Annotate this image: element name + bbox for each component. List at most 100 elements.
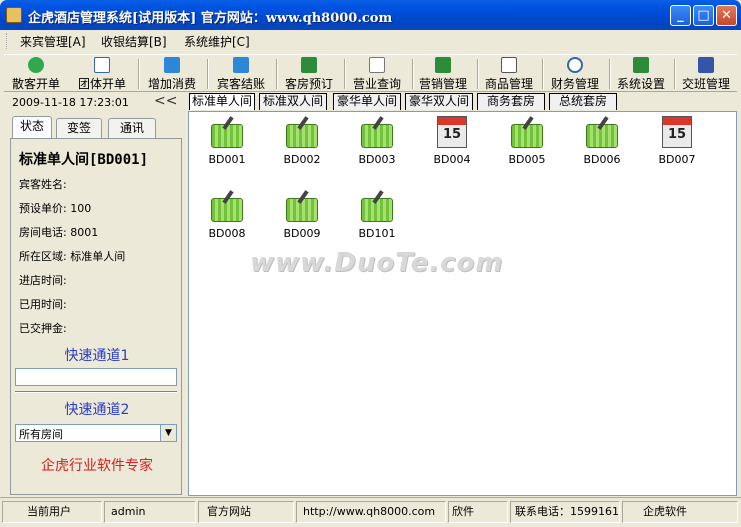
- walkin-checkin-button[interactable]: 散客开单: [6, 56, 66, 91]
- status-website-label: 官方网站: [198, 501, 294, 523]
- finance-management-button[interactable]: 财务管理: [544, 56, 606, 91]
- collapse-panel-button[interactable]: <<: [154, 93, 177, 109]
- menu-bar: 来宾管理[A] 收银结算[B] 系统维护[C]: [4, 30, 737, 52]
- room-number: BD006: [583, 153, 621, 166]
- add-icon: [28, 57, 44, 73]
- room-phone-label: 房间电话: 8001: [19, 226, 99, 239]
- menu-grip: [6, 33, 9, 49]
- guest-name-label: 宾客姓名:: [19, 178, 67, 191]
- divider: [15, 391, 177, 393]
- room-tile[interactable]: BD002: [272, 116, 332, 166]
- tab-business-suite[interactable]: 商务套房: [477, 93, 545, 110]
- status-username: admin: [104, 501, 196, 523]
- add-consumption-button[interactable]: 增加消费: [142, 56, 202, 91]
- deposit-label: 已交押金:: [19, 322, 67, 335]
- room-tile[interactable]: 15 BD007: [647, 116, 707, 166]
- room-reservation-button[interactable]: 客房预订: [278, 56, 340, 91]
- room-grid: BD001 BD002 BD003 15 BD004 BD005 BD006 1…: [188, 111, 737, 496]
- basket-icon: [584, 116, 620, 150]
- basket-icon: [209, 190, 245, 224]
- system-settings-button[interactable]: 系统设置: [610, 56, 672, 91]
- search-doc-icon: [369, 57, 385, 73]
- app-icon: [6, 7, 22, 23]
- checkin-time-label: 进店时间:: [19, 274, 67, 287]
- room-tile[interactable]: BD003: [347, 116, 407, 166]
- status-current-user-label: 当前用户: [2, 501, 102, 523]
- room-number: BD101: [358, 227, 396, 240]
- guest-checkout-button[interactable]: 宾客结账: [210, 56, 272, 91]
- tab-status[interactable]: 状态: [12, 116, 52, 138]
- toolbar-separator: [207, 59, 209, 89]
- settings-icon: [633, 57, 649, 73]
- room-number: BD002: [283, 153, 321, 166]
- current-datetime: 2009-11-18 17:23:01: [12, 96, 129, 109]
- status-bar: 当前用户 admin 官方网站 http://www.qh8000.com 欣件…: [0, 497, 741, 527]
- window-title: 企虎酒店管理系统[试用版本] 官方网站：www.qh8000.com: [28, 11, 393, 26]
- room-area-label: 所在区域: 标准单人间: [19, 250, 126, 263]
- magnifier-icon: [567, 57, 583, 73]
- watermark: www.DuoTe.com: [250, 248, 504, 278]
- product-icon: [501, 57, 517, 73]
- tab-standard-double[interactable]: 标准双人间: [259, 93, 327, 110]
- room-number: BD009: [283, 227, 321, 240]
- room-tile[interactable]: BD006: [572, 116, 632, 166]
- preset-price-label: 预设单价: 100: [19, 202, 92, 215]
- company-slogan: 企虎行业软件专家: [41, 458, 153, 474]
- room-tile[interactable]: BD001: [197, 116, 257, 166]
- sort-icon: [94, 57, 110, 73]
- save-icon: [698, 57, 714, 73]
- minimize-button[interactable]: _: [670, 5, 691, 26]
- room-number: BD008: [208, 227, 246, 240]
- arrow-down-icon: [164, 57, 180, 73]
- menu-system-maintenance[interactable]: 系统维护[C]: [184, 33, 250, 50]
- book-icon: [301, 57, 317, 73]
- room-tile[interactable]: BD005: [497, 116, 557, 166]
- menu-guest-management[interactable]: 来宾管理[A]: [20, 33, 86, 50]
- selected-room-title: 标准单人间[BD001]: [19, 152, 149, 168]
- toolbar-separator: [138, 59, 140, 89]
- tab-communication[interactable]: 通讯: [108, 118, 156, 138]
- shift-handover-button[interactable]: 交班管理: [676, 56, 736, 91]
- room-number: BD007: [658, 153, 696, 166]
- status-company: 企虎软件: [622, 501, 738, 523]
- room-number: BD001: [208, 153, 246, 166]
- basket-icon: [509, 116, 545, 150]
- calendar-icon: 15: [659, 116, 695, 150]
- status-website-url[interactable]: http://www.qh8000.com: [296, 501, 446, 523]
- status-phone: 联系电话：15991618: [510, 501, 620, 523]
- room-number: BD005: [508, 153, 546, 166]
- room-tile[interactable]: BD101: [347, 190, 407, 240]
- left-panel: 2009-11-18 17:23:01 << 状态 变签 通讯 标准单人间[BD…: [4, 93, 184, 495]
- product-management-button[interactable]: 商品管理: [478, 56, 540, 91]
- group-checkin-button[interactable]: 团体开单: [72, 56, 132, 91]
- tab-standard-single[interactable]: 标准单人间: [189, 93, 255, 110]
- quick-access-2-value: 所有房间: [19, 428, 63, 441]
- room-tile[interactable]: BD008: [197, 190, 257, 240]
- quick-access-1-label: 快速通道1: [64, 348, 130, 364]
- room-type-tabs: 标准单人间 标准双人间 豪华单人间 豪华双人间 商务套房 总统套房: [188, 93, 737, 111]
- marketing-management-button[interactable]: 营销管理: [412, 56, 474, 91]
- tab-deluxe-double[interactable]: 豪华双人间: [405, 93, 473, 110]
- basket-icon: [284, 190, 320, 224]
- quick-access-1-input[interactable]: [15, 368, 177, 386]
- chevron-down-icon[interactable]: ▼: [160, 425, 176, 441]
- basket-icon: [209, 116, 245, 150]
- basket-icon: [284, 116, 320, 150]
- quick-access-2-label: 快速通道2: [64, 402, 130, 418]
- tab-deluxe-single[interactable]: 豪华单人间: [333, 93, 401, 110]
- quick-access-2-select[interactable]: 所有房间 ▼: [15, 424, 177, 442]
- title-bar: 企虎酒店管理系统[试用版本] 官方网站：www.qh8000.com _ □ ✕: [0, 0, 741, 30]
- maximize-button[interactable]: □: [693, 5, 714, 26]
- menu-cashier[interactable]: 收银结算[B]: [101, 33, 167, 50]
- business-query-button[interactable]: 营业查询: [346, 56, 408, 91]
- status-software-label: 欣件: [448, 501, 508, 523]
- room-tile[interactable]: BD009: [272, 190, 332, 240]
- close-button[interactable]: ✕: [716, 5, 737, 26]
- room-status-panel: 标准单人间[BD001] 宾客姓名: 预设单价: 100 房间电话: 8001 …: [10, 138, 182, 495]
- room-tile[interactable]: 15 BD004: [422, 116, 482, 166]
- tab-change[interactable]: 变签: [56, 118, 102, 138]
- toolbar: 散客开单 团体开单 增加消费 宾客结账 客房预订 营业查询 营销管理 商品管理 …: [4, 54, 737, 92]
- tab-presidential-suite[interactable]: 总统套房: [549, 93, 617, 110]
- basket-icon: [359, 190, 395, 224]
- elapsed-time-label: 已用时间:: [19, 298, 67, 311]
